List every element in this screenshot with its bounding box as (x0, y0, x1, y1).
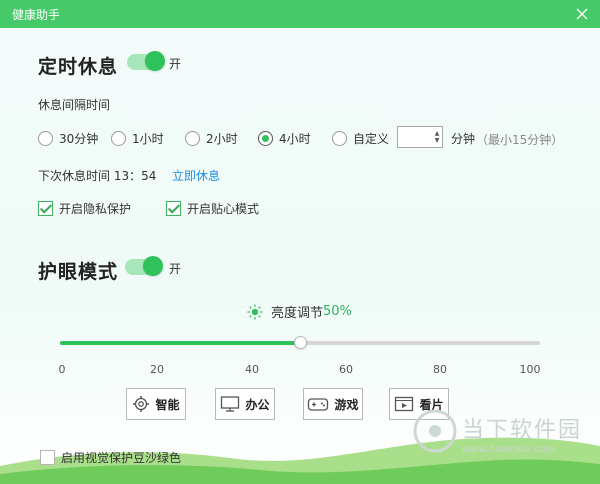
eye-toggle-label: 开 (169, 262, 182, 276)
caring-label: 开启贴心模式 (187, 202, 260, 216)
watermark: 当下软件园 www.downxia.com (410, 408, 600, 484)
sun-icon (247, 304, 263, 319)
rest-toggle-knob (145, 51, 165, 71)
stepper-down-icon[interactable]: ▼ (435, 137, 440, 144)
option-custom[interactable]: 自定义 (332, 130, 389, 147)
next-rest-time: 下次休息时间 13：54 (38, 169, 157, 183)
tick-label: 100 (519, 363, 541, 376)
mode-game-button[interactable]: 游戏 (303, 388, 363, 420)
gamepad-icon (308, 398, 329, 411)
mode-label: 办公 (245, 397, 270, 412)
rest-toggle-label: 开 (169, 57, 182, 71)
eye-toggle-knob (143, 256, 163, 276)
brightness-slider[interactable] (60, 336, 540, 349)
tick-label: 0 (58, 363, 66, 376)
monitor-icon (221, 396, 240, 412)
option-label: 2小时 (206, 132, 238, 146)
option-label: 4小时 (279, 132, 311, 146)
rest-section-title: 定时休息 (38, 56, 119, 78)
option-2h[interactable]: 2小时 (185, 130, 238, 147)
checkbox-box (166, 201, 181, 216)
bean-green-checkbox[interactable]: 启用视觉保护豆沙绿色 (40, 449, 181, 466)
mode-smart-button[interactable]: 智能 (126, 388, 186, 420)
smart-gear-icon (133, 396, 150, 412)
watermark-logo-icon (413, 409, 457, 453)
radio-circle (332, 131, 347, 146)
option-4h[interactable]: 4小时 (258, 130, 311, 147)
interval-label: 休息间隔时间 (38, 98, 111, 112)
stepper-up-icon[interactable]: ▲ (435, 130, 440, 137)
custom-minutes-stepper[interactable]: ▲ ▼ (397, 126, 443, 148)
window-title: 健康助手 (12, 7, 61, 22)
radio-circle (185, 131, 200, 146)
tick-label: 80 (433, 363, 447, 376)
radio-circle (38, 131, 53, 146)
tick-label: 60 (339, 363, 353, 376)
privacy-checkbox[interactable]: 开启隐私保护 (38, 200, 131, 217)
tick-label: 20 (150, 363, 164, 376)
checkbox-box (40, 450, 55, 465)
brightness-slider-fill (60, 341, 300, 345)
mode-label: 游戏 (334, 397, 359, 412)
option-30min[interactable]: 30分钟 (38, 130, 98, 147)
option-label: 30分钟 (59, 132, 99, 146)
rest-toggle[interactable] (127, 51, 165, 71)
mode-office-button[interactable]: 办公 (215, 388, 275, 420)
bean-green-label: 启用视觉保护豆沙绿色 (61, 451, 182, 465)
checkbox-box (38, 201, 53, 216)
mode-label: 智能 (155, 397, 180, 412)
rest-now-link[interactable]: 立即休息 (172, 167, 220, 184)
title-bar: 健康助手 (0, 0, 600, 28)
eye-toggle[interactable] (125, 256, 163, 276)
radio-circle-selected (258, 131, 273, 146)
custom-hint: （最小15分钟） (476, 133, 564, 147)
close-icon (576, 8, 588, 20)
caring-mode-checkbox[interactable]: 开启贴心模式 (166, 200, 259, 217)
option-label: 自定义 (353, 132, 390, 146)
custom-unit: 分钟 (451, 132, 476, 146)
privacy-label: 开启隐私保护 (59, 202, 132, 216)
brightness-label: 亮度调节 (271, 306, 324, 321)
option-1h[interactable]: 1小时 (111, 130, 164, 147)
close-button[interactable] (572, 4, 592, 24)
stepper-arrows[interactable]: ▲ ▼ (432, 127, 442, 147)
eye-section-title: 护眼模式 (38, 261, 119, 283)
main-panel: 定时休息 开 休息间隔时间 30分钟 1小时 2小时 4小时 自定义 ▲ ▼ 分… (0, 28, 600, 484)
option-label: 1小时 (132, 132, 164, 146)
brightness-header: 亮度调节 50% (247, 302, 352, 321)
tick-label: 40 (245, 363, 259, 376)
watermark-brand: 当下软件园 (462, 418, 583, 443)
watermark-url: www.downxia.com (462, 444, 556, 455)
radio-circle (111, 131, 126, 146)
brightness-slider-thumb[interactable] (294, 336, 307, 349)
brightness-value: 50% (323, 304, 352, 319)
